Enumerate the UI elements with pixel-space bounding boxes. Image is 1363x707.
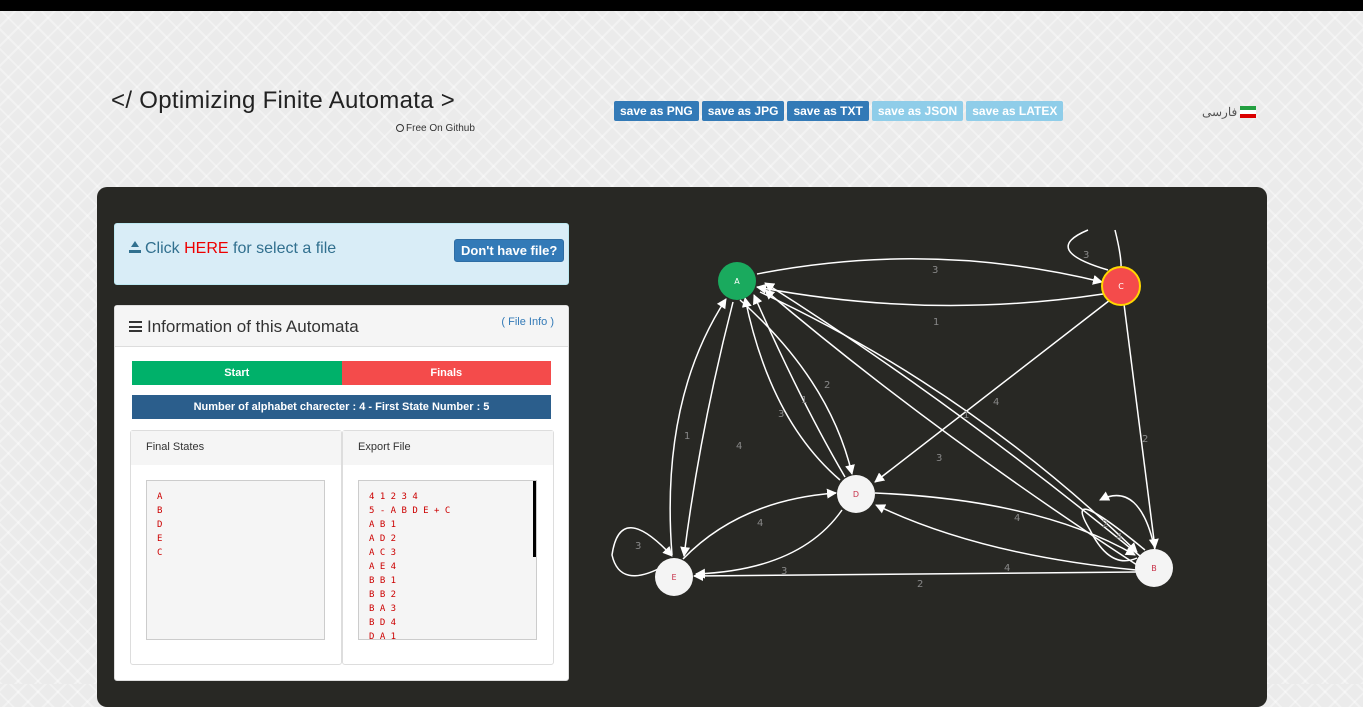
edge-label: 3 xyxy=(936,453,942,464)
github-link[interactable]: Free On Github xyxy=(396,123,475,134)
graph-edge xyxy=(764,282,1141,557)
graph-edge xyxy=(669,298,727,556)
alphabet-info: Number of alphabet charecter : 4 - First… xyxy=(132,395,551,419)
export-file-textarea[interactable]: 4 1 2 3 4 5 - A B D E + C A B 1 A D 2 A … xyxy=(358,480,537,640)
select-file-text: for select a file xyxy=(233,240,337,257)
automata-graph: 3 1 3 4 2 2 3 1 4 1 1 4 3 4 2 4 4 3 2 3 … xyxy=(611,229,1173,596)
node-label: A xyxy=(734,277,740,286)
language-switch[interactable]: فارسی xyxy=(1202,105,1257,119)
edge-label: 2 xyxy=(1142,434,1148,445)
graph-edge xyxy=(874,492,1136,556)
start-legend: Start xyxy=(132,361,342,385)
edge-label: 1 xyxy=(963,410,969,421)
node-label: B xyxy=(1151,564,1157,573)
final-states-title: Final States xyxy=(131,431,341,465)
edge-label: 1 xyxy=(801,395,807,406)
graph-edge xyxy=(764,289,1138,566)
export-file-panel: Export File 4 1 2 3 4 5 - A B D E + C A … xyxy=(342,430,554,665)
file-select-box[interactable]: Click HERE for select a file Don't have … xyxy=(114,223,569,285)
automata-info-panel: Information of this Automata ( File Info… xyxy=(114,305,569,681)
edge-label: 4 xyxy=(757,518,763,529)
github-icon xyxy=(396,124,404,132)
edge-label: 2 xyxy=(917,579,923,590)
graph-edge xyxy=(874,299,1111,483)
github-label: Free On Github xyxy=(406,123,475,134)
graph-edge xyxy=(693,570,1137,581)
save-txt-button[interactable]: save as TXT xyxy=(787,101,869,121)
edge-label: 3 xyxy=(635,541,641,552)
info-title: Information of this Automata xyxy=(129,317,359,337)
edge-label: 3 xyxy=(778,409,784,420)
edge-label: 3 xyxy=(1083,250,1089,261)
graph-edge xyxy=(695,509,843,579)
edge-label: 2 xyxy=(824,380,830,391)
graph-edge xyxy=(680,301,734,557)
file-select-label[interactable]: Click HERE for select a file xyxy=(129,240,336,258)
top-bar xyxy=(0,0,1363,11)
edge-label: 1 xyxy=(933,317,939,328)
graph-edge xyxy=(756,283,1104,307)
graph-node-b[interactable]: B xyxy=(1135,549,1173,587)
graph-edge xyxy=(1081,496,1156,562)
click-text: Click xyxy=(145,240,180,257)
page-title: </ Optimizing Finite Automata > xyxy=(111,87,456,114)
node-label: E xyxy=(671,573,676,582)
edge-label: 4 xyxy=(1116,532,1122,543)
graph-node-c[interactable]: C xyxy=(1101,266,1141,306)
scrollbar[interactable] xyxy=(533,481,536,557)
graph-edge xyxy=(1123,303,1159,549)
graph-edge xyxy=(753,294,846,478)
info-header: Information of this Automata ( File Info… xyxy=(115,306,568,347)
info-title-text: Information of this Automata xyxy=(147,317,359,336)
finals-legend: Finals xyxy=(341,361,551,385)
no-file-button[interactable]: Don't have file? xyxy=(454,239,565,262)
edge-label: 4 xyxy=(736,441,742,452)
file-info-link[interactable]: ( File Info ) xyxy=(501,316,554,328)
save-toolbar: save as PNG save as JPG save as TXT save… xyxy=(614,101,1064,121)
edge-label: 4 xyxy=(1014,513,1020,524)
save-jpg-button[interactable]: save as JPG xyxy=(701,101,785,121)
edge-label: 3 xyxy=(932,265,938,276)
edge-label: 4 xyxy=(1004,563,1010,574)
language-label: فارسی xyxy=(1202,105,1238,119)
here-link[interactable]: HERE xyxy=(184,240,228,257)
graph-node-e[interactable]: E xyxy=(655,558,693,596)
edge-label: 4 xyxy=(993,397,999,408)
edge-label: 3 xyxy=(781,566,787,577)
iran-flag-icon xyxy=(1240,106,1257,118)
graph-edge xyxy=(756,258,1103,285)
start-finals-bar: Start Finals xyxy=(132,361,551,385)
save-json-button[interactable]: save as JSON xyxy=(871,101,964,121)
graph-node-d[interactable]: D xyxy=(837,475,875,513)
save-latex-button[interactable]: save as LATEX xyxy=(966,101,1064,121)
graph-node-a[interactable]: A xyxy=(718,262,756,300)
upload-icon xyxy=(129,241,141,253)
final-states-textarea[interactable]: A B D E C xyxy=(146,480,325,640)
save-png-button[interactable]: save as PNG xyxy=(614,101,699,121)
list-icon xyxy=(129,321,142,332)
export-file-title: Export File xyxy=(343,431,553,465)
node-label: C xyxy=(1118,282,1124,291)
edge-label: 1 xyxy=(684,431,690,442)
final-states-panel: Final States A B D E C xyxy=(130,430,342,665)
graph-edge xyxy=(759,291,1138,553)
node-label: D xyxy=(853,490,859,499)
edge-label: 2 xyxy=(1102,519,1108,530)
